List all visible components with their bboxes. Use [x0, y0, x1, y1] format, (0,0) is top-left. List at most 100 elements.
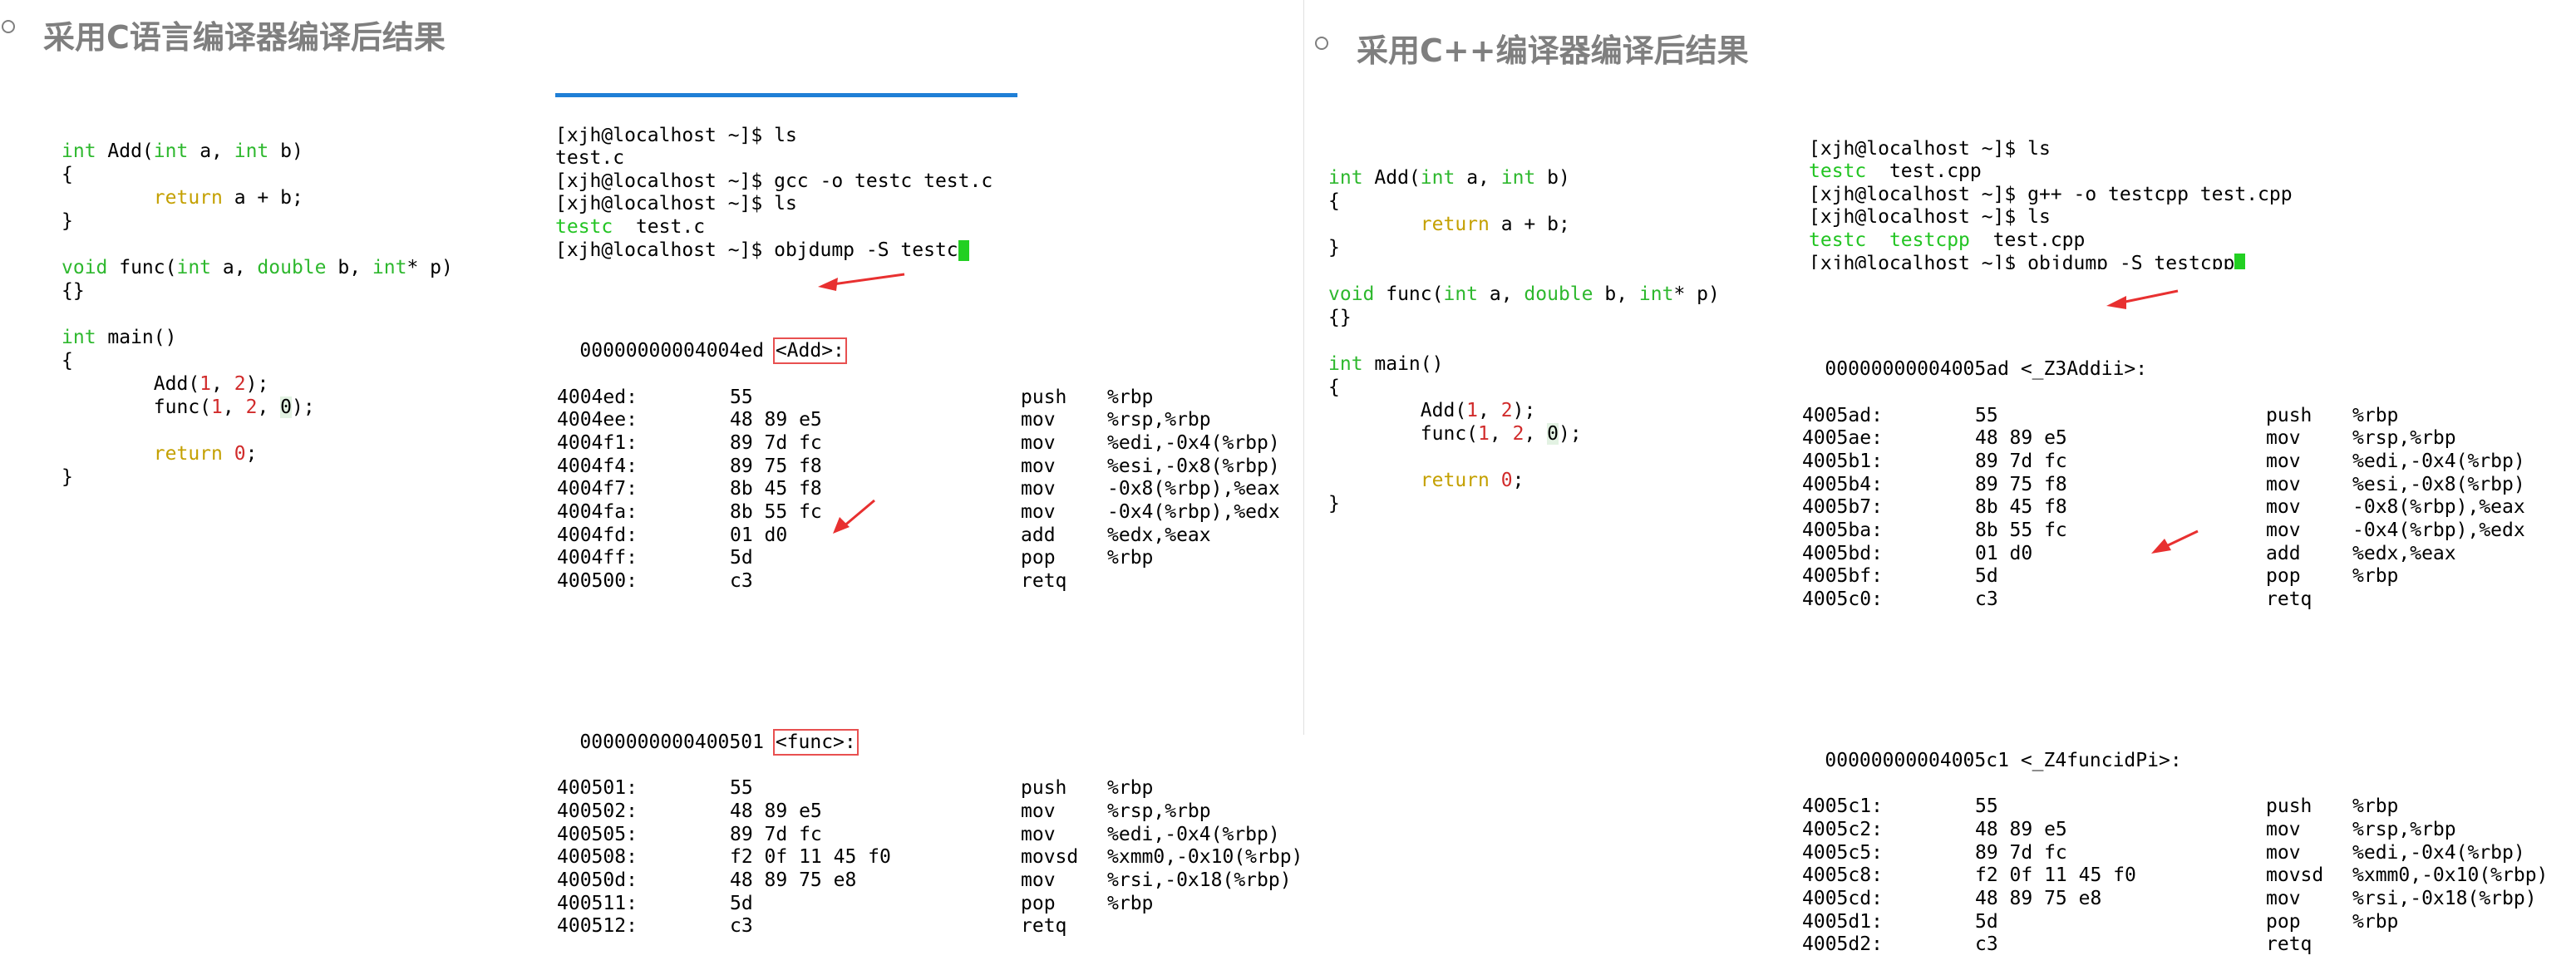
asm-operands: %rbp [1107, 777, 1154, 800]
asm-bytes: c3 [1975, 933, 1998, 956]
arrow-icon [2151, 529, 2199, 554]
asm-address: 400505: [557, 823, 638, 845]
asm-mnemonic: pop [2266, 565, 2301, 588]
asm-address: 4005ba: [1802, 519, 1883, 541]
asm-bytes: c3 [730, 570, 753, 592]
left-source-code: int Add(int a, int b){ return a + b;} vo… [62, 116, 453, 512]
asm-mnemonic: mov [1021, 455, 1056, 477]
right-bullet [1315, 37, 1328, 50]
asm-bytes: 8b 45 f8 [730, 478, 822, 500]
asm-bytes: 89 75 f8 [730, 455, 822, 477]
src-line: { [1328, 377, 1340, 398]
asm-mnemonic: retq [2266, 588, 2312, 610]
asm-row: 4005bf: 5d pop %rbp [1779, 565, 2560, 588]
asm-bytes: 48 89 75 e8 [1975, 888, 2102, 910]
asm-bytes: 89 7d fc [1975, 450, 2067, 472]
asm-bytes: 01 d0 [1975, 542, 2033, 564]
src-line: void func(int a, double b, int* p) [1328, 283, 1720, 305]
asm-address: 4005d1: [1802, 910, 1883, 933]
asm-address: 4004ff: [557, 547, 638, 569]
asm-row: 4004ed: 55 push %rbp [534, 387, 1315, 410]
src-line: Add(1, 2); [62, 373, 269, 395]
asm-row: 400501: 55 push %rbp [534, 777, 1315, 800]
asm-row: 4004f1: 89 7d fc mov %edi,-0x4(%rbp) [534, 432, 1315, 456]
asm-row: 4005c2: 48 89 e5 mov %rsp,%rbp [1779, 819, 2560, 842]
asm-bytes: 5d [730, 547, 753, 569]
asm-row: 4005b1: 89 7d fc mov %edi,-0x4(%rbp) [1779, 451, 2560, 474]
asm-mnemonic: add [1021, 524, 1056, 546]
block-header: 00000000004005c1 <_Z4funcidPi>: [1825, 749, 2182, 771]
asm-row: 4004f7: 8b 45 f8 mov -0x8(%rbp),%eax [534, 478, 1315, 501]
asm-row: 4004ee: 48 89 e5 mov %rsp,%rbp [534, 409, 1315, 432]
asm-operands: %rbp [2352, 795, 2399, 818]
src-line: { [62, 164, 73, 185]
asm-address: 400500: [557, 570, 638, 592]
src-line: } [62, 210, 73, 232]
asm-row: 400512: c3 retq [534, 915, 1315, 938]
asm-operands: %esi,-0x8(%rbp) [1107, 455, 1280, 477]
asm-mnemonic: mov [2266, 519, 2301, 541]
asm-mnemonic: mov [2266, 888, 2301, 910]
right-terminal-viewport: [xjh@localhost ~]$ ls testc test.cpp [xjh@… [1804, 128, 2303, 269]
asm-row: 400500: c3 retq [534, 570, 1315, 593]
src-line: } [62, 466, 73, 488]
terminal-line: [xjh@localhost ~]$ objdump -S testc [555, 239, 992, 263]
right-terminal: [xjh@localhost ~]$ ls testc test.cpp [xjh@… [1809, 128, 2293, 269]
asm-operands: %rsp,%rbp [2352, 427, 2456, 450]
src-line: return a + b; [153, 187, 303, 209]
asm-address: 400501: [557, 777, 638, 800]
asm-mnemonic: mov [2266, 841, 2301, 864]
asm-address: 4004f4: [557, 455, 638, 477]
asm-row: 4005c0: c3 retq [1779, 588, 2560, 612]
asm-operands: %rbp [2352, 910, 2399, 933]
asm-bytes: 89 7d fc [730, 823, 822, 845]
arrow-icon [2106, 289, 2179, 309]
asm-bytes: 5d [730, 892, 753, 914]
asm-row: 4005c1: 55 push %rbp [1779, 795, 2560, 819]
asm-mnemonic: retq [1021, 915, 1067, 938]
terminal-line: [xjh@localhost ~]$ ls [555, 124, 797, 146]
asm-mnemonic: mov [1021, 409, 1056, 431]
asm-mnemonic: retq [2266, 933, 2312, 956]
asm-mnemonic: mov [2266, 473, 2301, 495]
asm-row: 400508: f2 0f 11 45 f0 movsd %xmm0,-0x10(%r… [534, 846, 1315, 869]
asm-address: 4005cd: [1802, 888, 1883, 910]
asm-bytes: 8b 55 fc [1975, 519, 2067, 541]
asm-address: 4005bf: [1802, 565, 1883, 588]
src-line: {} [62, 280, 85, 302]
terminal-cursor [2234, 253, 2246, 269]
src-line: { [1328, 190, 1340, 212]
asm-address: 400512: [557, 915, 638, 938]
asm-address: 4005b7: [1802, 496, 1883, 519]
asm-bytes: 48 89 75 e8 [730, 869, 857, 892]
asm-row: 4005cd: 48 89 75 e8 mov %rsi,-0x18(%rbp) [1779, 888, 2560, 911]
asm-bytes: 89 7d fc [730, 431, 822, 454]
terminal-line: testc test.cpp [1809, 160, 1982, 183]
asm-row: 400505: 89 7d fc mov %edi,-0x4(%rbp) [534, 824, 1315, 847]
panel-divider [1303, 0, 1304, 735]
left-terminal-top-bar [555, 93, 1017, 97]
asm-bytes: 01 d0 [730, 524, 788, 546]
asm-address: 4005c1: [1802, 795, 1883, 818]
asm-operands: %edi,-0x4(%rbp) [2352, 841, 2525, 864]
asm-operands: %rbp [1107, 892, 1154, 914]
src-file: test.c [635, 215, 706, 238]
asm-bytes: 48 89 e5 [730, 800, 822, 822]
asm-operands: %esi,-0x8(%rbp) [2352, 473, 2525, 495]
asm-bytes: f2 0f 11 45 f0 [1975, 864, 2136, 887]
terminal-line: [xjh@localhost ~]$ ls [1809, 137, 2051, 160]
asm-address: 4005c5: [1802, 841, 1883, 864]
asm-bytes: 5d [1975, 910, 1998, 933]
asm-address: 4005b1: [1802, 450, 1883, 472]
src-line: void func(int a, double b, int* p) [62, 257, 453, 278]
asm-mnemonic: mov [1021, 800, 1056, 822]
asm-bytes: 55 [730, 386, 753, 408]
asm-operands: %edi,-0x4(%rbp) [2352, 450, 2525, 472]
terminal-line: [xjh@localhost ~]$ g++ -o testcpp test.c… [1809, 183, 2293, 205]
asm-operands: %rbp [2352, 565, 2399, 588]
asm-address: 4004ed: [557, 386, 638, 408]
terminal-line: testc test.c [555, 216, 992, 239]
symbol-label-func-mangled: <_Z4funcidPi>: [2020, 749, 2182, 771]
asm-operands: %rsp,%rbp [1107, 800, 1211, 822]
asm-address: 4005bd: [1802, 542, 1883, 564]
